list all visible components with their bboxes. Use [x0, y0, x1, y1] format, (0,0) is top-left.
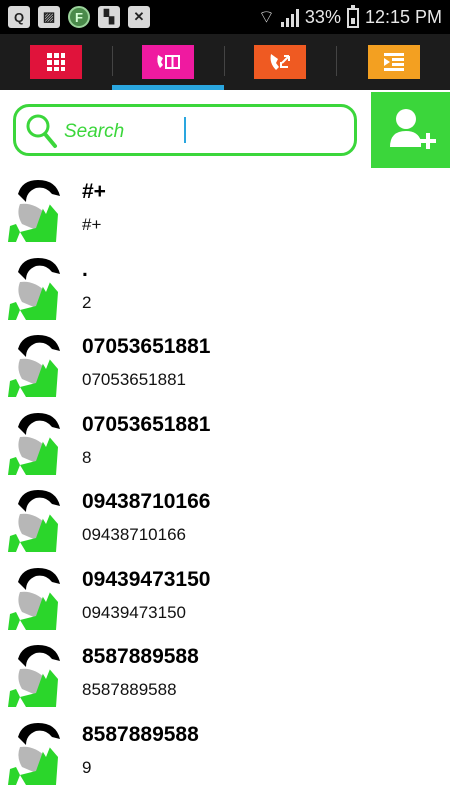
system-status: ⌔ 33% 12:15 PM — [258, 4, 442, 29]
battery-icon — [346, 4, 359, 28]
tab-grid[interactable] — [0, 34, 112, 90]
contact-name: 8587889588 — [82, 722, 199, 746]
contact-row[interactable]: #+ #+ — [0, 170, 450, 248]
contact-row[interactable]: . 2 — [0, 248, 450, 326]
image-icon: ▨ — [38, 6, 60, 28]
contact-name: 09439473150 — [82, 567, 211, 591]
list-icon — [368, 45, 420, 79]
tab-menu[interactable] — [338, 34, 450, 90]
contact-number: #+ — [82, 215, 102, 234]
contact-number: 9 — [82, 757, 92, 777]
wifi-icon: ⌔ — [258, 7, 275, 27]
contact-avatar-icon — [8, 180, 60, 242]
contact-row[interactable]: 07053651881 8 — [0, 403, 450, 481]
contact-name: #+ — [82, 180, 106, 203]
notification-icons: Q ▨ F ▚ ✕ — [8, 6, 150, 28]
contact-avatar-icon — [8, 257, 60, 320]
contact-avatar-icon — [8, 722, 60, 785]
contact-number: 09438710166 — [82, 525, 187, 544]
contact-avatar-icon — [8, 645, 60, 707]
add-contact-icon — [389, 109, 436, 149]
flipboard-icon: ▚ — [98, 6, 120, 28]
status-bar: Q ▨ F ▚ ✕ ⌔ 33% 12:15 PM — [0, 0, 450, 34]
contact-name: 8587889588 — [82, 645, 199, 668]
tab-bar — [0, 34, 450, 90]
contact-row[interactable]: 07053651881 07053651881 — [0, 325, 450, 403]
contact-row[interactable]: 8587889588 9 — [0, 713, 450, 791]
contact-row[interactable]: 09439473150 09439473150 — [0, 558, 450, 636]
call-arrows-icon — [254, 45, 306, 79]
phone-book-icon — [142, 45, 194, 79]
contact-avatar-icon — [8, 335, 60, 397]
contact-list: #+ #+ . 2 07053651881 07053651881 070536… — [0, 170, 450, 800]
search-input[interactable]: Search — [13, 104, 357, 156]
search-icon — [26, 114, 57, 148]
contact-row[interactable]: 8587889588 8587889588 — [0, 635, 450, 713]
tab-contacts[interactable] — [112, 34, 224, 90]
contact-avatar-icon — [8, 567, 60, 630]
signal-icon — [280, 8, 299, 27]
contact-number: 8587889588 — [82, 680, 177, 699]
contact-number: 8 — [82, 447, 92, 467]
add-contact-button[interactable] — [371, 92, 450, 168]
contact-name: . — [82, 257, 88, 281]
contact-name: 07053651881 — [82, 335, 211, 358]
search-placeholder: Search — [64, 121, 125, 142]
battery-percent: 33% — [304, 7, 341, 27]
no-signal-icon: ✕ — [128, 6, 150, 28]
contact-row[interactable]: 09438710166 09438710166 — [0, 480, 450, 558]
contact-number: 2 — [82, 292, 92, 312]
f-app-icon: F — [68, 6, 90, 28]
clock: 12:15 PM — [364, 7, 442, 27]
text-cursor — [184, 117, 186, 143]
q-app-icon: Q — [8, 6, 30, 28]
search-row: Search — [0, 90, 450, 170]
contact-name: 09438710166 — [82, 490, 211, 513]
tab-call-log[interactable] — [224, 34, 336, 90]
contact-avatar-icon — [8, 490, 60, 552]
grid-icon — [30, 45, 82, 79]
contact-name: 07053651881 — [82, 412, 211, 436]
contact-avatar-icon — [8, 412, 60, 475]
contact-number: 09439473150 — [82, 602, 187, 622]
contact-number: 07053651881 — [82, 370, 187, 389]
